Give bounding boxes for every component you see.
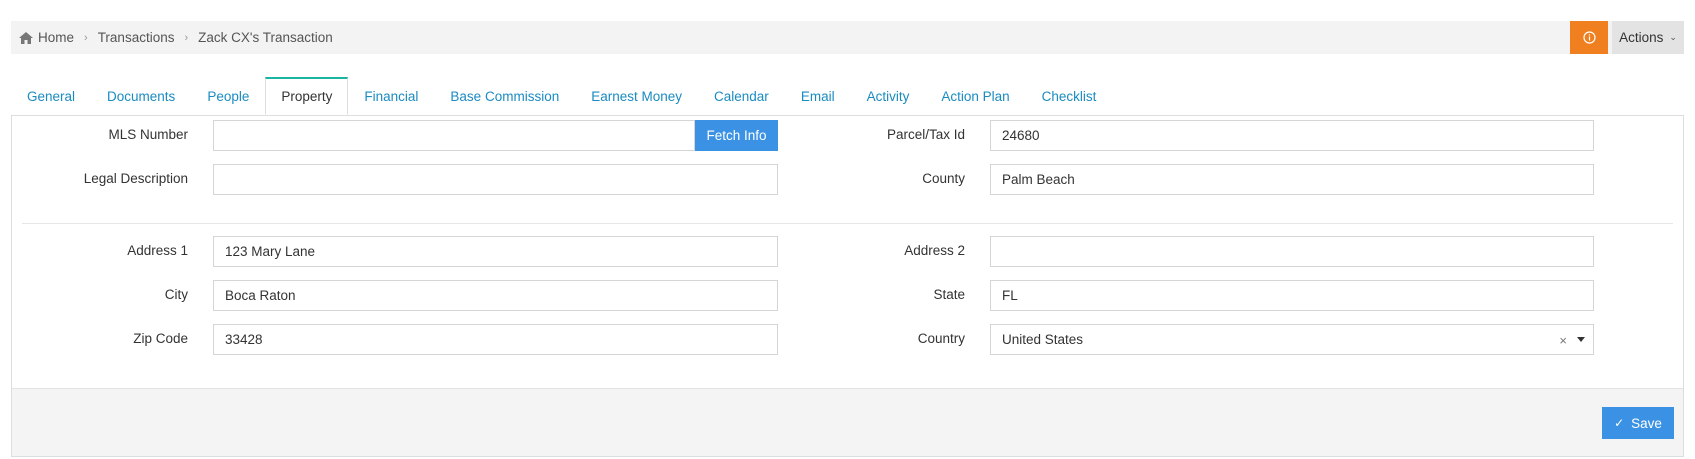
form-footer: ✓ Save — [12, 388, 1683, 456]
clear-icon[interactable]: × — [1559, 333, 1567, 348]
mls-number-label: MLS Number — [108, 127, 188, 142]
state-input[interactable]: FL — [990, 280, 1594, 311]
save-button[interactable]: ✓ Save — [1602, 407, 1674, 439]
city-label: City — [164, 287, 188, 302]
actions-label: Actions — [1619, 30, 1664, 45]
tab-checklist[interactable]: Checklist — [1026, 77, 1113, 115]
caret-down-icon[interactable] — [1577, 337, 1585, 342]
zip-code-label: Zip Code — [133, 331, 188, 346]
tab-action-plan[interactable]: Action Plan — [925, 77, 1025, 115]
tab-documents[interactable]: Documents — [91, 77, 191, 115]
tab-calendar[interactable]: Calendar — [698, 77, 785, 115]
chevron-down-icon: ⌄ — [1669, 32, 1677, 42]
breadcrumb: Home › Transactions › Zack CX's Transact… — [19, 21, 333, 54]
save-label: Save — [1631, 415, 1662, 431]
zip-code-input[interactable]: 33428 — [213, 324, 778, 355]
country-label: Country — [917, 331, 965, 346]
country-select[interactable]: United States × — [990, 324, 1594, 355]
chevron-right-icon: › — [184, 31, 189, 44]
actions-dropdown[interactable]: Actions ⌄ — [1612, 21, 1684, 54]
tab-people[interactable]: People — [191, 77, 265, 115]
county-input[interactable]: Palm Beach — [990, 164, 1594, 195]
address1-label: Address 1 — [127, 243, 188, 258]
tab-general[interactable]: General — [11, 77, 91, 115]
breadcrumb-transactions[interactable]: Transactions — [98, 30, 175, 45]
chevron-right-icon: › — [84, 31, 88, 44]
country-value: United States — [1002, 332, 1084, 347]
tab-bar: General Documents People Property Financial B… — [11, 77, 1112, 115]
address1-input[interactable]: 123 Mary Lane — [213, 236, 778, 267]
parcel-tax-id-label: Parcel/Tax Id — [886, 127, 965, 142]
address2-label: Address 2 — [904, 243, 965, 258]
top-bar: Home › Transactions › Zack CX's Transact… — [11, 21, 1684, 54]
tab-base-commission[interactable]: Base Commission — [434, 77, 575, 115]
tab-earnest-money[interactable]: Earnest Money — [575, 77, 698, 115]
fetch-info-button[interactable]: Fetch Info — [695, 120, 778, 151]
city-input[interactable]: Boca Raton — [213, 280, 778, 311]
legal-description-input[interactable] — [213, 164, 778, 195]
check-icon: ✓ — [1614, 416, 1625, 430]
property-panel: MLS Number Fetch Info Parcel/Tax Id 2468… — [11, 115, 1684, 457]
tab-activity[interactable]: Activity — [851, 77, 926, 115]
mls-number-input[interactable] — [213, 120, 695, 151]
legal-description-label: Legal Description — [83, 171, 188, 186]
info-icon — [1582, 31, 1596, 44]
county-label: County — [922, 171, 965, 186]
home-icon — [19, 31, 33, 44]
tab-email[interactable]: Email — [785, 77, 851, 115]
parcel-tax-id-input[interactable]: 24680 — [990, 120, 1594, 151]
address2-input[interactable] — [990, 236, 1594, 267]
state-label: State — [933, 287, 965, 302]
breadcrumb-current: Zack CX's Transaction — [198, 30, 333, 45]
breadcrumb-home[interactable]: Home — [38, 30, 74, 45]
info-button[interactable] — [1570, 21, 1608, 54]
divider — [22, 223, 1673, 224]
tab-financial[interactable]: Financial — [348, 77, 434, 115]
tab-property[interactable]: Property — [265, 77, 349, 115]
